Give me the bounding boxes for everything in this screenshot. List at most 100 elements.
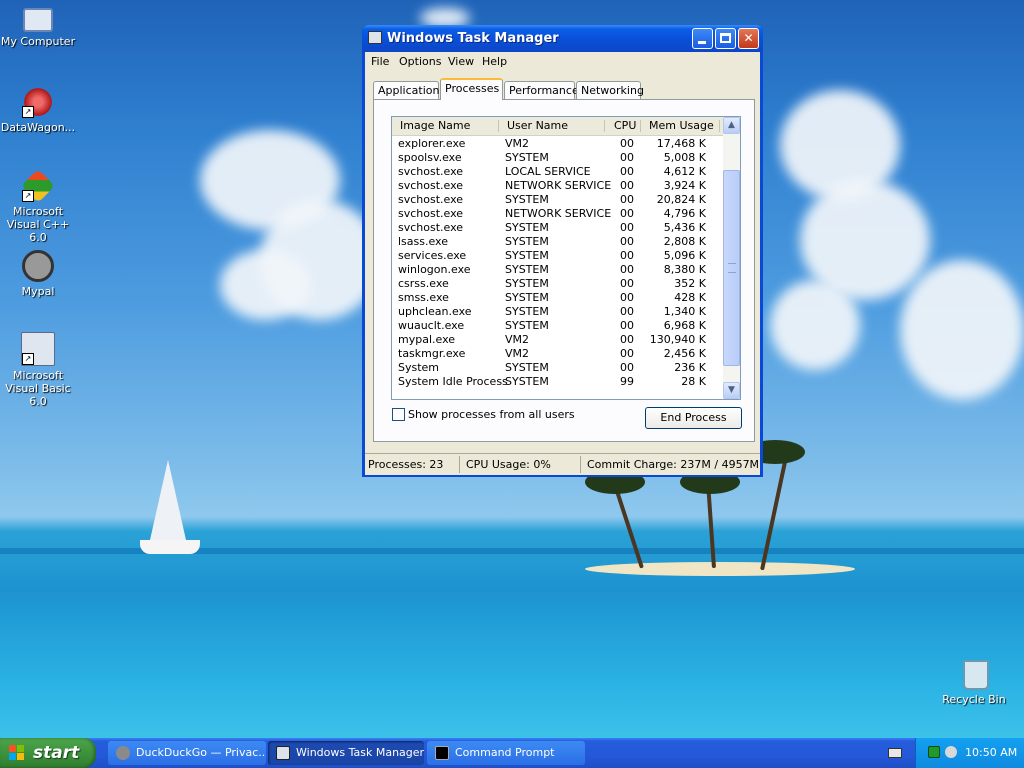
- cpu-cell: 00: [620, 319, 634, 332]
- cpu-cell: 00: [620, 361, 634, 374]
- table-row[interactable]: csrss.exe SYSTEM 00 352 K: [392, 277, 723, 291]
- table-row[interactable]: uphclean.exe SYSTEM 00 1,340 K: [392, 305, 723, 319]
- windows-logo-icon: [9, 745, 25, 761]
- menu-view[interactable]: View: [448, 55, 474, 68]
- table-row[interactable]: taskmgr.exe VM2 00 2,456 K: [392, 347, 723, 361]
- show-all-users-label[interactable]: Show processes from all users: [408, 408, 575, 421]
- table-row[interactable]: System SYSTEM 00 236 K: [392, 361, 723, 375]
- maximize-button[interactable]: [715, 28, 736, 49]
- desktop-icon-my-computer[interactable]: My Computer: [0, 4, 78, 48]
- table-row[interactable]: smss.exe SYSTEM 00 428 K: [392, 291, 723, 305]
- end-process-button[interactable]: End Process: [645, 407, 742, 429]
- scroll-up-button[interactable]: ▲: [723, 117, 740, 134]
- table-row[interactable]: svchost.exe NETWORK SERVICE 00 3,924 K: [392, 179, 723, 193]
- table-row[interactable]: services.exe SYSTEM 00 5,096 K: [392, 249, 723, 263]
- tab-networking[interactable]: Networking: [576, 81, 644, 99]
- cpu-cell: 00: [620, 165, 634, 178]
- menu-help[interactable]: Help: [482, 55, 507, 68]
- process-list[interactable]: Image Name User Name CPU Mem Usage explo…: [391, 116, 741, 400]
- table-row[interactable]: spoolsv.exe SYSTEM 00 5,008 K: [392, 151, 723, 165]
- shortcut-arrow-icon: ↗: [22, 353, 34, 365]
- mem-usage-cell: 4,612 K: [663, 165, 706, 178]
- table-row[interactable]: svchost.exe SYSTEM 00 5,436 K: [392, 221, 723, 235]
- desktop-icon-visual-cpp[interactable]: ↗ Microsoft Visual C++ 6.0: [0, 169, 78, 244]
- clock[interactable]: 10:50 AM: [965, 738, 1017, 768]
- process-name-cell: System Idle Process: [398, 375, 508, 388]
- taskbar-item-task-manager[interactable]: Windows Task Manager: [268, 741, 424, 765]
- column-separator[interactable]: [719, 120, 720, 132]
- user-name-cell: SYSTEM: [505, 319, 549, 332]
- close-icon: ✕: [743, 31, 754, 45]
- title-bar[interactable]: Windows Task Manager ✕: [362, 25, 763, 52]
- computer-icon: [23, 8, 53, 32]
- mem-usage-cell: 5,008 K: [663, 151, 706, 164]
- process-name-cell: svchost.exe: [398, 207, 464, 220]
- desktop-icon-label: Mypal: [21, 285, 55, 298]
- close-button[interactable]: ✕: [738, 28, 759, 49]
- column-separator[interactable]: [498, 120, 499, 132]
- table-row[interactable]: explorer.exe VM2 00 17,468 K: [392, 137, 723, 151]
- desktop-icon-label: Recycle Bin: [942, 693, 1006, 706]
- status-bar: Processes: 23 CPU Usage: 0% Commit Charg…: [365, 453, 760, 475]
- column-user-name[interactable]: User Name: [507, 117, 603, 135]
- cpu-cell: 00: [620, 277, 634, 290]
- task-manager-window[interactable]: Windows Task Manager ✕ File Options View…: [362, 25, 763, 477]
- minimize-button[interactable]: [692, 28, 713, 49]
- mem-usage-cell: 6,968 K: [663, 319, 706, 332]
- table-row[interactable]: winlogon.exe SYSTEM 00 8,380 K: [392, 263, 723, 277]
- mem-usage-cell: 28 K: [681, 375, 706, 388]
- network-status-icon[interactable]: [928, 746, 940, 758]
- scrollbar-thumb[interactable]: [723, 170, 740, 366]
- table-row[interactable]: mypal.exe VM2 00 130,940 K: [392, 333, 723, 347]
- status-commit-charge: Commit Charge: 237M / 4957M: [587, 458, 760, 471]
- desktop-icon-recycle-bin[interactable]: Recycle Bin: [934, 658, 1014, 706]
- mem-usage-cell: 17,468 K: [656, 137, 706, 150]
- table-row[interactable]: svchost.exe LOCAL SERVICE 00 4,612 K: [392, 165, 723, 179]
- taskbar-item-duckduckgo[interactable]: DuckDuckGo — Privac...: [108, 741, 266, 765]
- table-row[interactable]: wuauclt.exe SYSTEM 00 6,968 K: [392, 319, 723, 333]
- table-row[interactable]: svchost.exe NETWORK SERVICE 00 4,796 K: [392, 207, 723, 221]
- column-separator[interactable]: [640, 120, 641, 132]
- process-name-cell: smss.exe: [398, 291, 449, 304]
- keyboard-icon[interactable]: [888, 748, 902, 758]
- tab-processes[interactable]: Processes: [440, 78, 503, 100]
- cpu-cell: 00: [620, 235, 634, 248]
- tab-applications[interactable]: Applications: [373, 81, 445, 99]
- column-mem-usage[interactable]: Mem Usage: [649, 117, 719, 135]
- show-all-users-checkbox[interactable]: [392, 408, 405, 421]
- mem-usage-cell: 428 K: [674, 291, 706, 304]
- cpu-cell: 00: [620, 221, 634, 234]
- start-button[interactable]: start: [0, 738, 96, 768]
- vertical-scrollbar[interactable]: ▲ ▼: [723, 117, 740, 399]
- process-name-cell: svchost.exe: [398, 179, 464, 192]
- taskbar-item-command-prompt[interactable]: Command Prompt: [427, 741, 585, 765]
- tab-performance[interactable]: Performance: [504, 81, 579, 99]
- raccoon-icon: [22, 250, 54, 282]
- cloud: [770, 280, 860, 370]
- column-image-name[interactable]: Image Name: [400, 117, 496, 135]
- cloud: [220, 250, 310, 320]
- user-name-cell: SYSTEM: [505, 291, 549, 304]
- mem-usage-cell: 130,940 K: [649, 333, 706, 346]
- user-name-cell: LOCAL SERVICE: [505, 165, 591, 178]
- process-name-cell: spoolsv.exe: [398, 151, 462, 164]
- table-row[interactable]: lsass.exe SYSTEM 00 2,808 K: [392, 235, 723, 249]
- cpu-cell: 00: [620, 193, 634, 206]
- cpu-cell: 99: [620, 375, 634, 388]
- desktop-icon-visual-basic[interactable]: ↗ Microsoft Visual Basic 6.0: [0, 332, 78, 408]
- table-row[interactable]: svchost.exe SYSTEM 00 20,824 K: [392, 193, 723, 207]
- process-name-cell: wuauclt.exe: [398, 319, 465, 332]
- desktop-icon-datawagon[interactable]: ↗ DataWagon...: [0, 86, 78, 134]
- table-row[interactable]: System Idle Process SYSTEM 99 28 K: [392, 375, 723, 389]
- user-name-cell: VM2: [505, 333, 530, 346]
- column-separator[interactable]: [604, 120, 605, 132]
- task-manager-icon: [276, 746, 290, 760]
- menu-file[interactable]: File: [371, 55, 389, 68]
- menu-options[interactable]: Options: [399, 55, 441, 68]
- scroll-down-button[interactable]: ▼: [723, 382, 740, 399]
- column-cpu[interactable]: CPU: [614, 117, 640, 135]
- taskbar-item-label: Command Prompt: [455, 746, 555, 759]
- user-name-cell: SYSTEM: [505, 277, 549, 290]
- desktop-icon-mypal[interactable]: Mypal: [0, 250, 78, 298]
- volume-icon[interactable]: [945, 746, 957, 758]
